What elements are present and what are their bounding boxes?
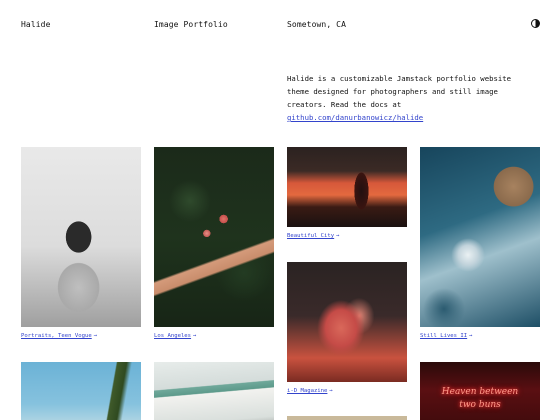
site-location: Sometown, CA bbox=[287, 20, 346, 29]
site-title[interactable]: Halide bbox=[21, 20, 51, 29]
photo-beautiful-city[interactable] bbox=[287, 147, 407, 227]
site-subtitle: Image Portfolio bbox=[154, 20, 228, 29]
theme-toggle-half-circle-icon[interactable] bbox=[531, 19, 540, 28]
caption-text: Portraits, Teen Vogue bbox=[21, 333, 92, 339]
photo-neon-sign[interactable]: Heaven between two buns bbox=[420, 362, 540, 420]
arrow-right-icon: → bbox=[336, 233, 340, 239]
caption-link-beautiful-city[interactable]: Beautiful City → bbox=[287, 233, 340, 239]
caption-text: i-D Magazine bbox=[287, 388, 328, 394]
arrow-right-icon: → bbox=[469, 333, 473, 339]
caption-link-still-lives-ii[interactable]: Still Lives II → bbox=[420, 333, 473, 339]
intro-text: Halide is a customizable Jamstack portfo… bbox=[287, 74, 512, 109]
intro-paragraph: Halide is a customizable Jamstack portfo… bbox=[287, 72, 537, 124]
caption-text: Los Angeles bbox=[154, 333, 192, 339]
arrow-right-icon: → bbox=[193, 333, 197, 339]
caption-link-los-angeles[interactable]: Los Angeles → bbox=[154, 333, 196, 339]
caption-link-portraits-teen-vogue[interactable]: Portraits, Teen Vogue → bbox=[21, 333, 97, 339]
caption-text: Beautiful City bbox=[287, 233, 335, 239]
photo-palm-tree[interactable] bbox=[21, 362, 141, 420]
caption-link-i-d-magazine[interactable]: i-D Magazine → bbox=[287, 388, 333, 394]
photo-portraits-teen-vogue[interactable] bbox=[21, 147, 141, 327]
photo-still-lives-ii[interactable] bbox=[420, 147, 540, 327]
neon-text-line2: two buns bbox=[459, 400, 501, 410]
photo-los-angeles[interactable] bbox=[154, 147, 274, 327]
photo-partial[interactable] bbox=[287, 416, 407, 420]
arrow-right-icon: → bbox=[329, 388, 333, 394]
github-docs-link[interactable]: github.com/danurbanowicz/halide bbox=[287, 113, 423, 122]
photo-i-d-magazine[interactable] bbox=[287, 262, 407, 382]
photo-boat[interactable] bbox=[154, 362, 274, 420]
neon-text-line1: Heaven between bbox=[441, 387, 519, 397]
caption-text: Still Lives II bbox=[420, 333, 468, 339]
arrow-right-icon: → bbox=[93, 333, 98, 339]
